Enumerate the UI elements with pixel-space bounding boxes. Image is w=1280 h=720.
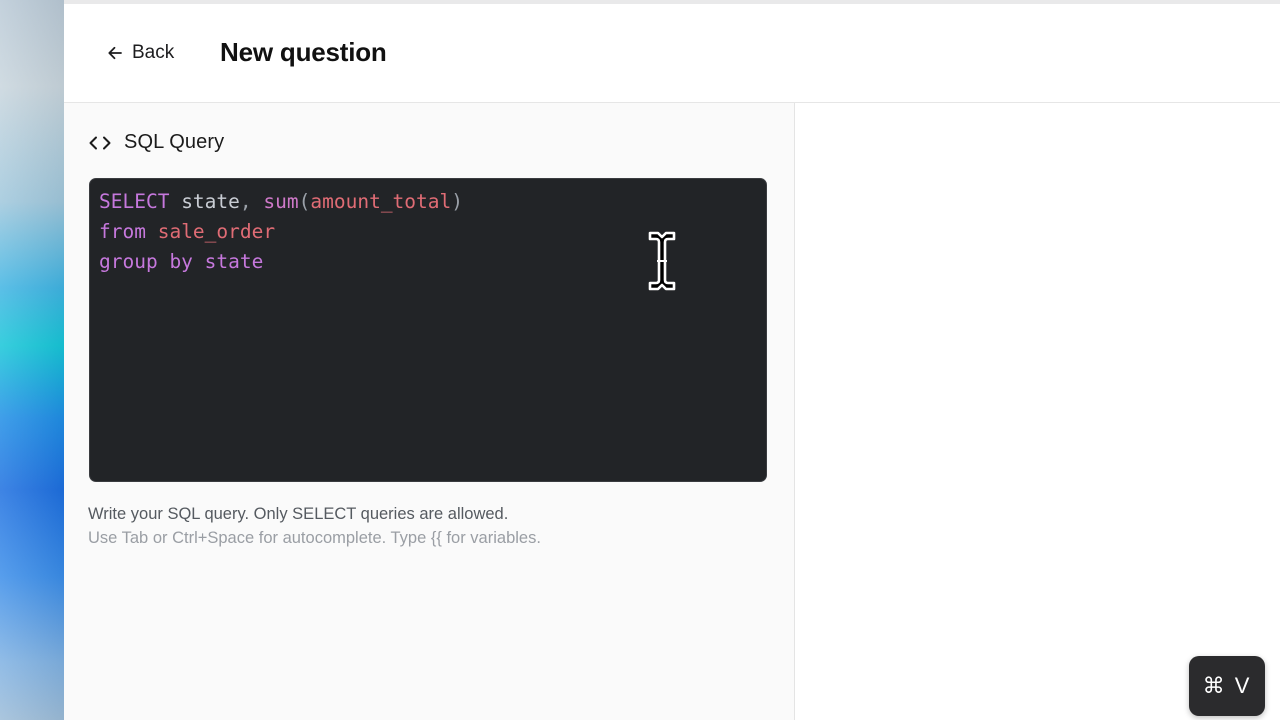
query-editor-panel: SQL Query SELECT state, sum(amount_total…	[64, 103, 795, 720]
back-button[interactable]: Back	[106, 42, 174, 64]
code-token: state	[169, 190, 240, 213]
sql-code-editor[interactable]: SELECT state, sum(amount_total) from sale…	[89, 178, 767, 482]
code-line: SELECT state, sum(amount_total)	[99, 187, 757, 217]
code-token: sum	[251, 190, 299, 213]
code-token: state	[192, 250, 264, 273]
code-token: sale_order	[145, 220, 276, 243]
editor-help-text: Write your SQL query. Only SELECT querie…	[88, 505, 509, 523]
code-token: ,	[239, 190, 252, 213]
section-title: SQL Query	[124, 131, 225, 153]
code-brackets-icon	[88, 134, 112, 152]
code-token: from	[99, 220, 146, 243]
code-token: )	[451, 190, 464, 213]
sql-section-header: SQL Query	[88, 131, 224, 154]
editor-help-subtext: Use Tab or Ctrl+Space for autocomplete. …	[88, 529, 541, 547]
back-label: Back	[132, 42, 175, 63]
code-token: SELECT	[99, 190, 170, 213]
app-window: Back New question SQL Query SELECT state…	[64, 0, 1280, 720]
results-panel	[795, 103, 1280, 720]
desktop-wallpaper	[0, 0, 64, 720]
code-token: group by	[99, 250, 193, 273]
code-token: amount_total	[310, 190, 452, 213]
text-cursor-icon	[644, 229, 680, 293]
page-title: New question	[220, 37, 387, 67]
arrow-left-icon	[106, 44, 124, 62]
keyboard-shortcut-badge: ⌘ V	[1189, 656, 1265, 716]
code-token: (	[298, 190, 311, 213]
page-header: Back New question	[64, 4, 1280, 103]
